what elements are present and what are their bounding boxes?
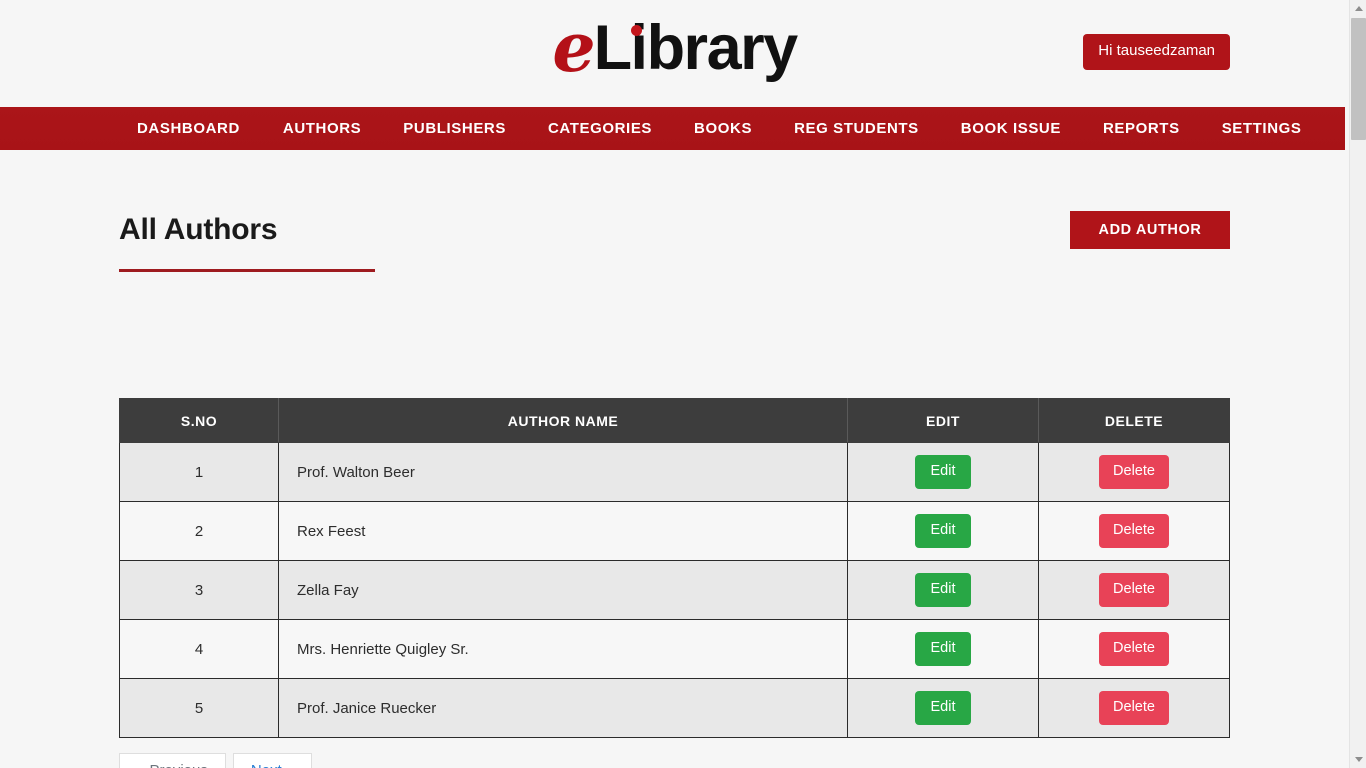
vertical-scrollbar[interactable] (1349, 0, 1366, 768)
logo-dot-icon (630, 25, 642, 36)
column-header-delete: DELETE (1038, 398, 1230, 443)
cell-author-name: Prof. Janice Ruecker (278, 678, 848, 738)
page-viewport: e Library Hi tauseedzaman DASHBOARD AUTHO… (0, 0, 1349, 768)
column-header-edit: EDIT (847, 398, 1039, 443)
pagination-block: « Previous Next » Showing 1 to 5 of 10 r… (119, 753, 313, 768)
authors-table-body: 1 Prof. Walton Beer Edit Delete 2 Rex Fe… (119, 442, 1230, 738)
cell-sno: 2 (119, 501, 279, 561)
nav-item-books[interactable]: BOOKS (673, 107, 773, 150)
nav-item-publishers[interactable]: PUBLISHERS (382, 107, 527, 150)
cell-edit: Edit (847, 678, 1039, 738)
nav-item-categories[interactable]: CATEGORIES (527, 107, 673, 150)
cell-sno: 4 (119, 619, 279, 679)
cell-delete: Delete (1038, 619, 1230, 679)
logo-word-text: Library (593, 13, 799, 83)
column-header-sno: S.NO (119, 398, 279, 443)
edit-button[interactable]: Edit (915, 632, 971, 666)
page-title: All Authors (119, 213, 278, 246)
edit-button[interactable]: Edit (915, 691, 971, 725)
authors-table: S.NO AUTHOR NAME EDIT DELETE 1 Prof. Wal… (119, 398, 1230, 738)
cell-sno: 1 (119, 442, 279, 502)
cell-edit: Edit (847, 501, 1039, 561)
delete-button[interactable]: Delete (1099, 691, 1169, 725)
cell-sno: 5 (119, 678, 279, 738)
scroll-down-arrow-icon[interactable] (1350, 751, 1366, 768)
cell-author-name: Mrs. Henriette Quigley Sr. (278, 619, 848, 679)
main-navigation: DASHBOARD AUTHORS PUBLISHERS CATEGORIES … (0, 107, 1345, 150)
cell-edit: Edit (847, 560, 1039, 620)
page-root: e Library Hi tauseedzaman DASHBOARD AUTHO… (0, 0, 1366, 768)
table-row: 4 Mrs. Henriette Quigley Sr. Edit Delete (119, 619, 1230, 679)
page-title-block: All Authors (119, 215, 375, 272)
title-underline (119, 269, 375, 272)
table-header-row: S.NO AUTHOR NAME EDIT DELETE (119, 398, 1230, 443)
nav-item-dashboard[interactable]: DASHBOARD (137, 107, 262, 150)
cell-edit: Edit (847, 442, 1039, 502)
cell-delete: Delete (1038, 501, 1230, 561)
authors-table-head: S.NO AUTHOR NAME EDIT DELETE (119, 398, 1230, 443)
table-row: 5 Prof. Janice Ruecker Edit Delete (119, 678, 1230, 738)
nav-item-book-issue[interactable]: BOOK ISSUE (940, 107, 1082, 150)
logo-wordmark: Library (594, 17, 799, 80)
scrollbar-thumb[interactable] (1351, 18, 1366, 140)
column-header-author-name: AUTHOR NAME (278, 398, 848, 443)
delete-button[interactable]: Delete (1099, 514, 1169, 548)
cell-author-name: Rex Feest (278, 501, 848, 561)
scroll-up-arrow-icon[interactable] (1350, 0, 1366, 17)
cell-delete: Delete (1038, 560, 1230, 620)
edit-button[interactable]: Edit (915, 455, 971, 489)
user-greeting-button[interactable]: Hi tauseedzaman (1083, 34, 1230, 70)
pagination-controls: « Previous Next » (119, 753, 313, 768)
nav-item-reg-students[interactable]: REG STUDENTS (773, 107, 940, 150)
logo-e-glyph: e (552, 8, 595, 88)
nav-item-reports[interactable]: REPORTS (1082, 107, 1201, 150)
cell-edit: Edit (847, 619, 1039, 679)
next-page-button[interactable]: Next » (232, 753, 313, 768)
cell-delete: Delete (1038, 442, 1230, 502)
table-row: 1 Prof. Walton Beer Edit Delete (119, 442, 1230, 502)
table-row: 3 Zella Fay Edit Delete (119, 560, 1230, 620)
cell-delete: Delete (1038, 678, 1230, 738)
authors-table-container: S.NO AUTHOR NAME EDIT DELETE 1 Prof. Wal… (119, 398, 1230, 738)
delete-button[interactable]: Delete (1099, 573, 1169, 607)
cell-author-name: Zella Fay (278, 560, 848, 620)
add-author-button[interactable]: ADD AUTHOR (1070, 211, 1230, 249)
previous-page-button[interactable]: « Previous (119, 753, 226, 768)
delete-button[interactable]: Delete (1099, 632, 1169, 666)
edit-button[interactable]: Edit (915, 573, 971, 607)
cell-author-name: Prof. Walton Beer (278, 442, 848, 502)
nav-item-settings[interactable]: SETTINGS (1201, 107, 1323, 150)
table-row: 2 Rex Feest Edit Delete (119, 501, 1230, 561)
nav-item-authors[interactable]: AUTHORS (262, 107, 382, 150)
delete-button[interactable]: Delete (1099, 455, 1169, 489)
site-header: e Library Hi tauseedzaman (0, 0, 1349, 107)
edit-button[interactable]: Edit (915, 514, 971, 548)
cell-sno: 3 (119, 560, 279, 620)
